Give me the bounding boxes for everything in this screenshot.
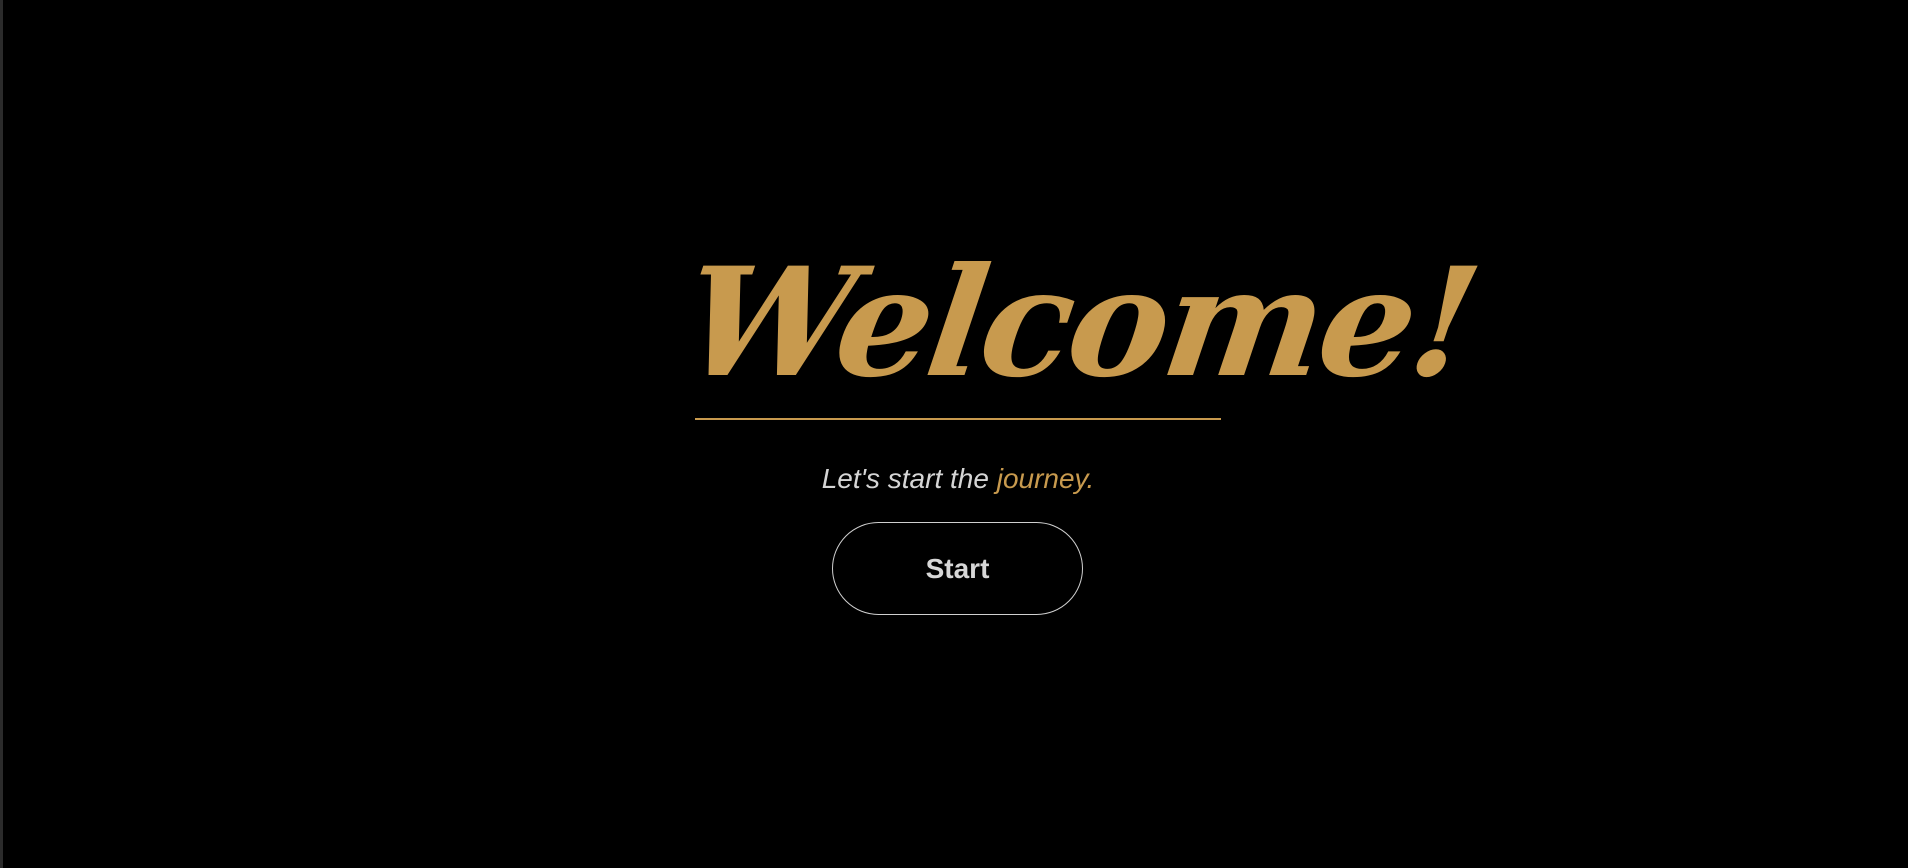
welcome-title: Welcome! [673,235,1487,411]
app-window: Welcome! Let's start the journey. Start [0,0,1908,868]
subtitle-accent-text: journey. [996,463,1095,494]
subtitle-text: Let's start the [821,463,997,494]
start-button[interactable]: Start [832,522,1083,615]
title-divider [695,418,1221,420]
welcome-subtitle: Let's start the journey. [700,460,1216,498]
welcome-screen: Welcome! Let's start the journey. Start [0,0,1908,868]
